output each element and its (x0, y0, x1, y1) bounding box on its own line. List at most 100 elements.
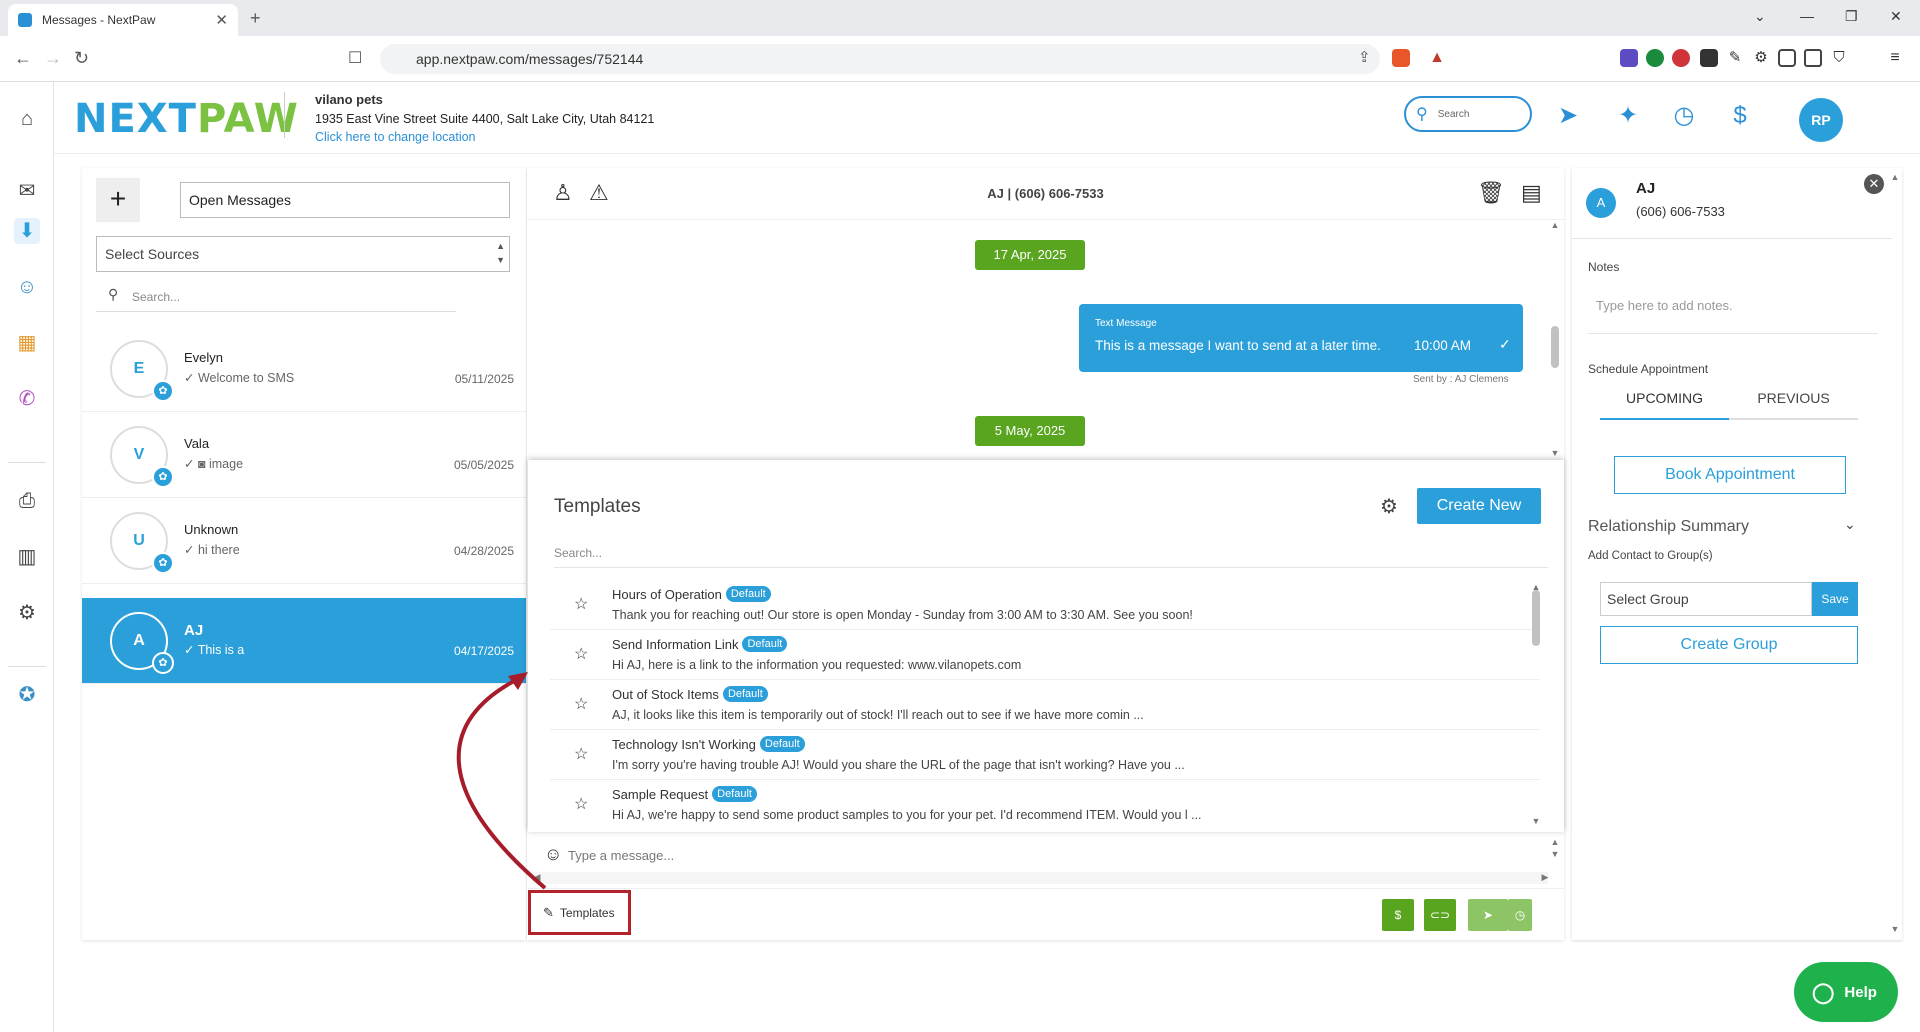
conversation-search-input[interactable]: ⚲ Search... (96, 280, 456, 312)
brave-shield-icon[interactable] (1392, 49, 1410, 67)
conversation-item[interactable]: U ✿ Unknown ✓ hi there 04/28/2025 (82, 498, 526, 584)
save-group-button[interactable]: Save (1812, 582, 1858, 616)
loyalty-nav-icon[interactable]: ✪ (14, 682, 40, 708)
chat-scrollbar-thumb[interactable] (1551, 326, 1559, 368)
conversation-item[interactable]: V ✿ Vala ✓ ◙ image 05/05/2025 (82, 412, 526, 498)
sources-arrows-icon: ▲ ▼ (496, 241, 505, 265)
notes-input[interactable]: Type here to add notes. (1588, 286, 1878, 334)
payment-request-button[interactable]: $ (1382, 899, 1414, 931)
message-filter-select[interactable]: Open Messages (180, 182, 510, 218)
bookmark-icon[interactable]: ☐ (348, 48, 362, 68)
menu-icon[interactable]: ≡ (1886, 49, 1904, 67)
send-button[interactable]: ➤ (1468, 899, 1508, 931)
extension-2-icon[interactable] (1646, 49, 1664, 67)
close-tab-icon[interactable]: ✕ (215, 11, 228, 29)
back-icon[interactable]: ← (14, 48, 32, 69)
message-time: 10:00 AM (1414, 338, 1472, 353)
brave-rewards-icon[interactable]: ▲ (1428, 49, 1446, 67)
templates-settings-gear-icon[interactable]: ⚙ (1380, 494, 1398, 519)
calendar-nav-icon[interactable]: ▦ (14, 330, 40, 356)
template-item[interactable]: ☆ Out of Stock Items Default AJ, it looks… (550, 680, 1540, 730)
compose-horizontal-scrollbar[interactable]: ◀ ▶ (532, 872, 1548, 884)
favorite-star-icon[interactable]: ☆ (574, 694, 588, 714)
template-item[interactable]: ☆ Technology Isn't Working Default I'm so… (550, 730, 1540, 780)
send-icon[interactable]: ➤ (1554, 102, 1582, 130)
scroll-left-icon[interactable]: ◀ (532, 872, 542, 883)
share-icon[interactable]: ⇪ (1358, 48, 1371, 66)
link-button[interactable]: ⊂⊃ (1424, 899, 1456, 931)
clock-icon[interactable]: ◷ (1670, 102, 1698, 130)
templates-scroll-down-icon[interactable]: ▼ (1531, 816, 1541, 826)
change-location-link[interactable]: Click here to change location (315, 130, 654, 144)
compose-area[interactable]: ☺ Type a message... ▲ ▼ (528, 832, 1564, 872)
extension-4-icon[interactable] (1700, 49, 1718, 67)
create-group-button[interactable]: Create Group (1600, 626, 1858, 664)
vpn-icon[interactable]: ⛉ (1830, 49, 1848, 67)
emoji-icon[interactable]: ☺ (544, 844, 562, 865)
book-appointment-button[interactable]: Book Appointment (1614, 456, 1846, 494)
relationship-summary-heading[interactable]: Relationship Summary (1588, 518, 1749, 536)
panel-scroll-down-icon[interactable]: ▼ (1890, 924, 1900, 934)
templates-scrollbar-thumb[interactable] (1532, 590, 1540, 646)
scroll-down-icon[interactable]: ▼ (1550, 448, 1560, 458)
campaigns-icon[interactable]: ✦ (1614, 102, 1642, 130)
minimize-icon[interactable]: — (1800, 8, 1814, 24)
template-item[interactable]: ☆ Send Information Link Default Hi AJ, he… (550, 630, 1540, 680)
wallet-icon[interactable] (1804, 49, 1822, 67)
scroll-right-icon[interactable]: ▶ (1540, 872, 1550, 883)
create-new-template-button[interactable]: Create New (1417, 488, 1541, 524)
help-button[interactable]: ◯ Help (1794, 962, 1898, 1022)
restore-icon[interactable]: ❐ (1845, 8, 1858, 25)
new-tab-icon[interactable]: + (250, 8, 261, 29)
scroll-up-icon[interactable]: ▲ (1550, 220, 1560, 230)
schedule-send-button[interactable]: ◷ (1508, 899, 1532, 931)
eyedropper-icon[interactable]: ✎ (1726, 49, 1744, 67)
panel-scroll-up-icon[interactable]: ▲ (1890, 172, 1900, 182)
favorite-star-icon[interactable]: ☆ (574, 644, 588, 664)
left-nav-rail: ⌂ ✉ ⬇ ☺ ▦ ✆ ⎙ ▥ ⚙ ✪ (0, 82, 54, 1032)
favorite-star-icon[interactable]: ☆ (574, 594, 588, 614)
extensions-puzzle-icon[interactable]: ⚙ (1752, 49, 1770, 67)
reports-nav-icon[interactable]: ⎙ (14, 488, 40, 514)
analytics-nav-icon[interactable]: ▥ (14, 544, 40, 570)
template-search-input[interactable]: Search... (554, 538, 1548, 568)
reviews-nav-icon[interactable]: ✆ (14, 386, 40, 412)
extension-1-icon[interactable] (1620, 49, 1638, 67)
browser-tab[interactable]: Messages - NextPaw ✕ (8, 4, 238, 36)
close-window-icon[interactable]: ✕ (1890, 8, 1902, 25)
contacts-nav-icon[interactable]: ☺ (14, 274, 40, 300)
url-field[interactable]: app.nextpaw.com/messages/752144 (380, 44, 1380, 74)
templates-button[interactable]: ✎ Templates (528, 890, 631, 935)
payments-icon[interactable]: $ (1726, 102, 1754, 130)
tab-upcoming[interactable]: UPCOMING (1600, 390, 1729, 420)
template-item[interactable]: ☆ Sample Request Default Hi AJ, we're hap… (550, 780, 1540, 830)
select-sources-dropdown[interactable]: Select Sources ▲ ▼ (96, 236, 510, 272)
template-item[interactable]: ☆ Hours of Operation Default Thank you fo… (550, 580, 1540, 630)
trash-icon[interactable]: 🗑 (1477, 180, 1505, 206)
chevron-down-icon[interactable]: ⌄ (1844, 516, 1856, 533)
messages-nav-icon[interactable]: ✉ (14, 178, 40, 204)
template-title: Hours of Operation (612, 586, 722, 602)
compose-scroll-arrows-icon[interactable]: ▲ ▼ (1550, 836, 1560, 860)
home-icon[interactable]: ⌂ (14, 106, 40, 132)
user-avatar[interactable]: RP (1799, 98, 1843, 142)
header-search-input[interactable]: ⚲ Search (1404, 96, 1532, 132)
nextpaw-logo[interactable]: NEXTPAW (74, 96, 299, 142)
contact-card-icon[interactable]: ▤ (1521, 180, 1542, 206)
sidebar-toggle-icon[interactable] (1778, 49, 1796, 67)
forward-icon[interactable]: → (44, 48, 62, 69)
tab-search-chevron-icon[interactable]: ⌄ (1754, 8, 1766, 25)
extension-3-icon[interactable] (1672, 49, 1690, 67)
tab-previous[interactable]: PREVIOUS (1729, 390, 1858, 420)
conversation-item-selected[interactable]: A ✿ AJ ✓ This is a 04/17/2025 (82, 598, 526, 684)
new-conversation-button[interactable]: + (96, 178, 140, 222)
conversation-item[interactable]: E ✿ Evelyn ✓ Welcome to SMS 05/11/2025 (82, 326, 526, 412)
close-panel-icon[interactable]: ✕ (1864, 174, 1884, 194)
default-badge: Default (725, 586, 771, 602)
select-group-dropdown[interactable]: Select Group (1600, 582, 1812, 616)
favorite-star-icon[interactable]: ☆ (574, 794, 588, 814)
inbox-nav-icon[interactable]: ⬇ (14, 218, 40, 244)
settings-nav-icon[interactable]: ⚙ (14, 600, 40, 626)
favorite-star-icon[interactable]: ☆ (574, 744, 588, 764)
reload-icon[interactable]: ↻ (74, 48, 89, 69)
